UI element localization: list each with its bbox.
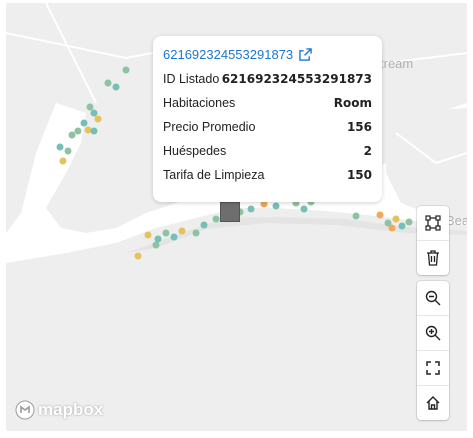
popup-label: Tarifa de Limpieza [163,168,265,182]
zoom-in-icon [425,325,441,341]
home-icon [426,396,440,410]
polygon-select-button[interactable] [417,206,449,241]
popup-row-guests: Huéspedes 2 [163,144,372,158]
popup-label: Habitaciones [163,96,236,110]
popup-label: Huéspedes [163,144,227,158]
map-label-bea: Bea [446,213,467,228]
view-controls [417,281,449,420]
listing-link[interactable]: 621692324553291873 [163,47,312,62]
fullscreen-button[interactable] [417,351,449,386]
popup-value: 2 [363,144,372,158]
zoom-out-button[interactable] [417,281,449,316]
draw-controls [417,206,449,275]
home-button[interactable] [417,386,449,420]
zoom-out-icon [425,290,441,306]
popup-row-price: Precio Promedio 156 [163,120,372,134]
popup-value: 150 [346,168,372,182]
trash-icon [427,250,439,266]
popup-label: ID Listado [163,72,220,86]
polygon-select-icon [425,215,441,231]
selected-listing-marker[interactable] [220,202,240,222]
map-label-stream: tream [380,56,413,71]
fullscreen-icon [426,361,440,375]
zoom-in-button[interactable] [417,316,449,351]
popup-row-cleaning-fee: Tarifa de Limpieza 150 [163,168,372,182]
external-link-icon[interactable] [299,48,312,61]
popup-label: Precio Promedio [163,120,256,134]
mapbox-wordmark: mapbox [38,400,104,419]
popup-value: 156 [346,120,372,134]
popup-title[interactable]: 621692324553291873 [163,47,293,62]
listing-popup: 621692324553291873 ID Listado 6216923245… [153,36,382,202]
mapbox-logo[interactable]: mapbox [14,399,103,421]
mapbox-icon [15,400,35,420]
popup-row-id: ID Listado 621692324553291873 [163,72,372,86]
popup-value: 621692324553291873 [221,72,372,86]
trash-button[interactable] [417,241,449,275]
map-canvas[interactable]: tream Bea 621692324553291873 ID Listado … [6,3,467,431]
popup-value: Room [333,96,372,110]
popup-row-rooms: Habitaciones Room [163,96,372,110]
